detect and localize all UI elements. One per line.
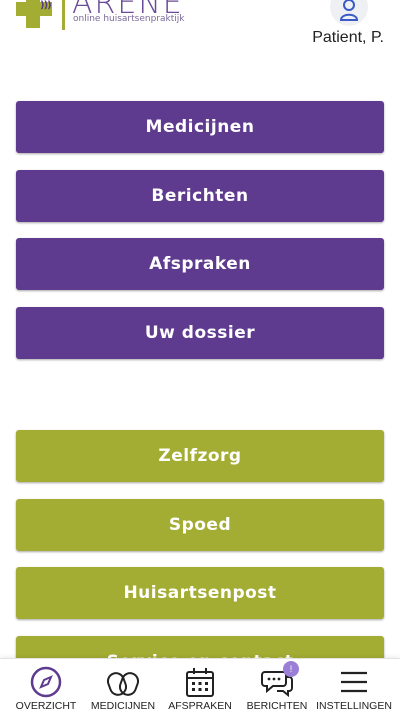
avatar[interactable] bbox=[330, 0, 368, 26]
zelfzorg-button[interactable]: Zelfzorg bbox=[16, 430, 384, 482]
nav-overzicht[interactable]: OVERZICHT bbox=[6, 659, 86, 712]
messages-badge: ! bbox=[283, 661, 299, 677]
compass-icon bbox=[30, 666, 62, 698]
nav-medicijnen[interactable]: MEDICIJNEN bbox=[83, 659, 163, 712]
praktijk-logo: ))) ARENE online huisartsenpraktijk bbox=[14, 0, 204, 36]
user-name: Patient, P. bbox=[312, 29, 384, 46]
app-header: ))) ARENE online huisartsenpraktijk Pati… bbox=[0, 0, 400, 60]
nav-berichten[interactable]: BERICHTEN bbox=[237, 659, 317, 712]
user-icon bbox=[339, 0, 359, 21]
berichten-button[interactable]: Berichten bbox=[16, 170, 384, 222]
profile-button[interactable]: Patient, P. bbox=[300, 0, 400, 60]
nav-afspraken[interactable]: AFSPRAKEN bbox=[160, 659, 240, 712]
nav-label-instellingen: INSTELLINGEN bbox=[316, 700, 392, 712]
afspraken-button[interactable]: Afspraken bbox=[16, 238, 384, 290]
huisartsenpost-button[interactable]: Huisartsenpost bbox=[16, 567, 384, 619]
hamburger-menu-icon bbox=[341, 671, 367, 693]
bottom-navigation: OVERZICHT MEDICIJNEN AFSPRAKEN BERICHTEN bbox=[0, 658, 400, 712]
spoed-button[interactable]: Spoed bbox=[16, 499, 384, 551]
pills-icon bbox=[107, 672, 139, 696]
medicijnen-button[interactable]: Medicijnen bbox=[16, 101, 384, 153]
nav-label-overzicht: OVERZICHT bbox=[15, 700, 77, 712]
nav-label-afspraken: AFSPRAKEN bbox=[168, 700, 232, 712]
calendar-icon bbox=[186, 668, 214, 697]
logo-signal-icon: ))) bbox=[40, 0, 52, 11]
logo-subtitle: online huisartsenpraktijk bbox=[73, 14, 185, 24]
nav-label-medicijnen: MEDICIJNEN bbox=[90, 700, 156, 712]
nav-instellingen[interactable]: INSTELLINGEN bbox=[314, 659, 394, 712]
uw-dossier-button[interactable]: Uw dossier bbox=[16, 307, 384, 359]
nav-label-berichten: BERICHTEN bbox=[246, 700, 308, 712]
